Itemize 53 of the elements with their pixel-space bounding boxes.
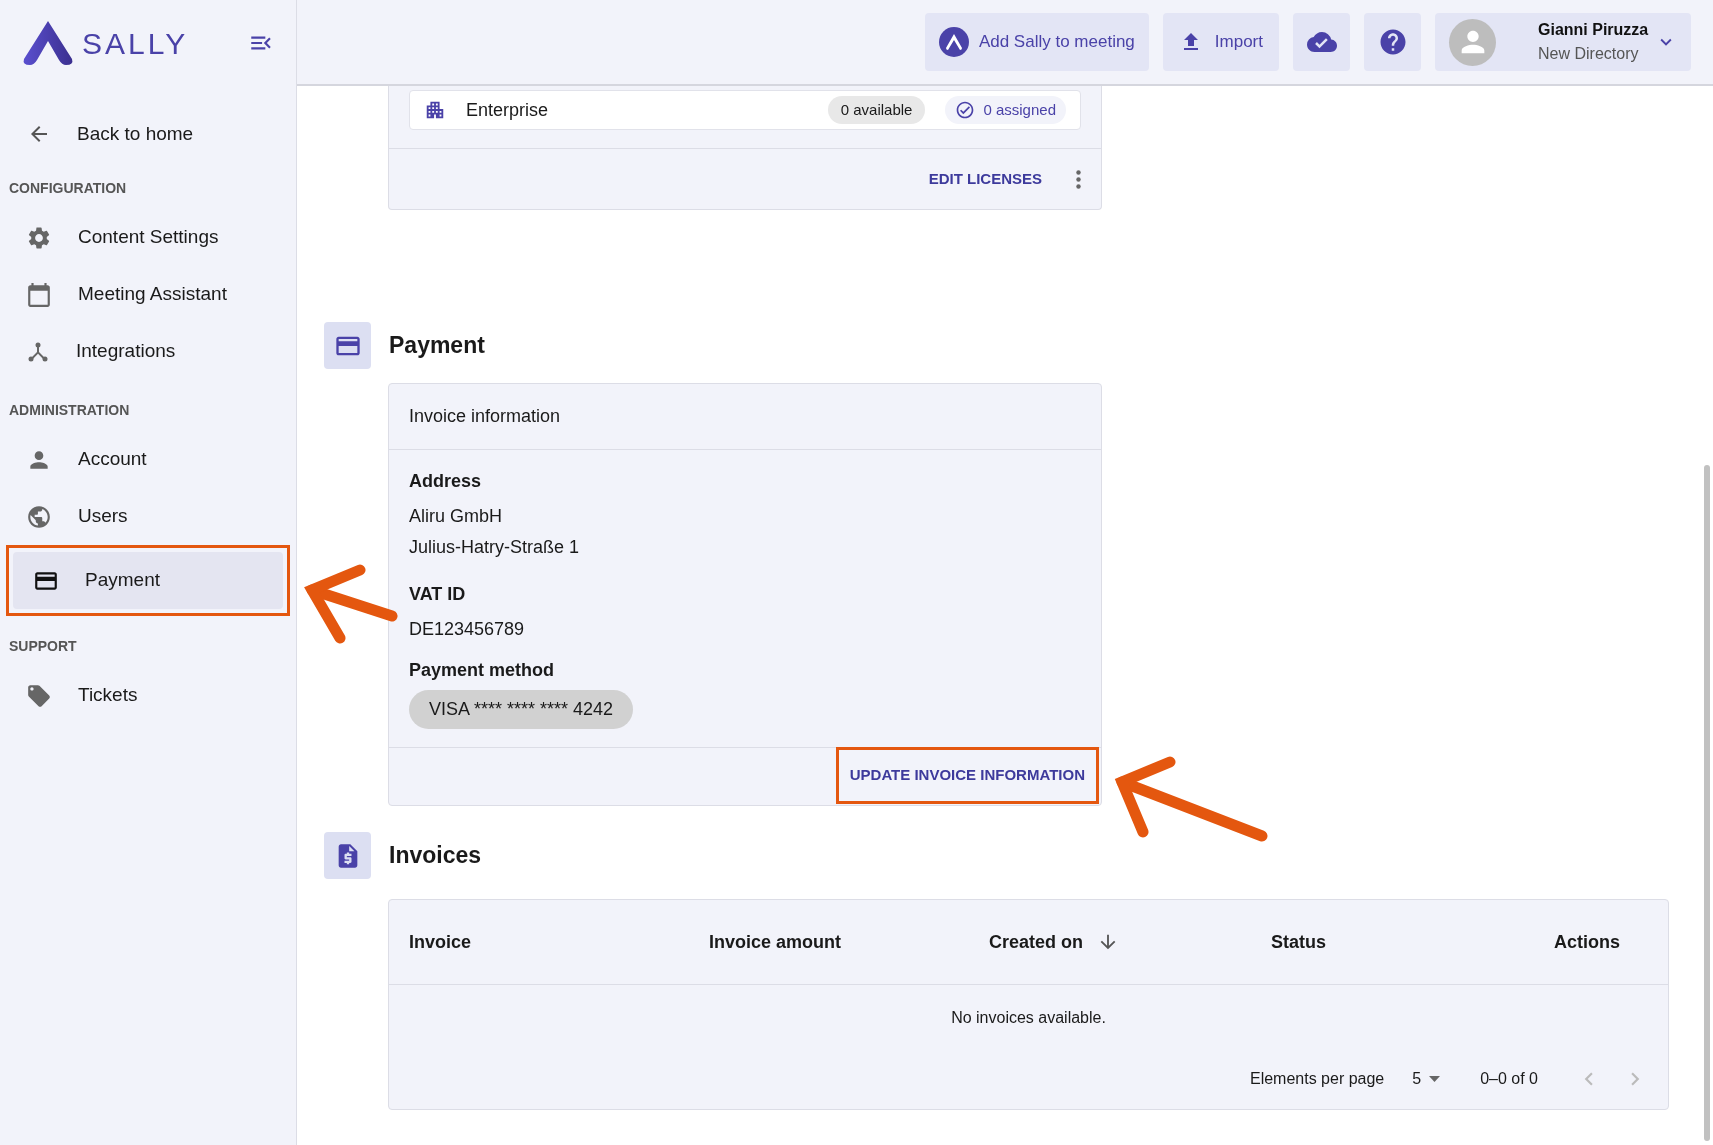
logo-icon bbox=[22, 19, 74, 67]
page-range: 0–0 of 0 bbox=[1480, 1069, 1538, 1089]
section-title: Payment bbox=[389, 331, 485, 361]
edit-licenses-button[interactable]: EDIT LICENSES bbox=[928, 167, 1042, 191]
nav-item[interactable]: Tickets bbox=[6, 667, 290, 724]
dropdown-arrow-icon bbox=[1429, 1076, 1441, 1082]
nav-item[interactable]: Integrations bbox=[6, 323, 290, 380]
logo-icon bbox=[938, 27, 969, 57]
assigned-chip: 0 assigned bbox=[945, 95, 1066, 125]
user-directory: New Directory bbox=[1538, 44, 1639, 64]
vat-value: DE123456789 bbox=[409, 618, 526, 641]
help-button[interactable] bbox=[1364, 13, 1421, 71]
plan-name: Enterprise bbox=[466, 98, 549, 122]
field-label: Address bbox=[409, 470, 483, 493]
nav-item[interactable]: Content Settings bbox=[6, 209, 290, 266]
user-menu-button[interactable]: Gianni Piruzza New Directory bbox=[1435, 13, 1691, 71]
import-button[interactable]: Import bbox=[1162, 13, 1279, 71]
per-page-select[interactable]: 5 bbox=[1412, 1067, 1441, 1091]
field-label: VAT ID bbox=[409, 583, 467, 606]
column-header[interactable]: Created on bbox=[989, 928, 1084, 956]
nav-item[interactable]: Users bbox=[6, 488, 290, 545]
address-line: Aliru GmbH bbox=[409, 505, 503, 528]
available-chip: 0 available bbox=[827, 95, 926, 125]
card-title: Invoice information bbox=[389, 384, 1101, 450]
section-heading: SUPPORT bbox=[8, 637, 78, 656]
more-vertical-icon bbox=[1076, 169, 1081, 189]
avatar bbox=[1449, 18, 1496, 66]
calendar-icon bbox=[26, 281, 52, 308]
logo-text: SALLY bbox=[82, 25, 189, 62]
nav-item[interactable]: Account bbox=[6, 431, 290, 488]
payment-method-chip: VISA **** **** **** 4242 bbox=[409, 690, 634, 729]
nav-item[interactable]: Meeting Assistant bbox=[6, 266, 290, 323]
section-heading: CONFIGURATION bbox=[8, 179, 128, 198]
more-options-button[interactable] bbox=[1076, 169, 1081, 189]
field-label: Payment method bbox=[409, 659, 556, 682]
section-heading: ADMINISTRATION bbox=[8, 401, 131, 420]
column-header[interactable]: Invoice bbox=[409, 928, 472, 956]
column-header[interactable]: Status bbox=[1271, 928, 1326, 956]
section-title: Invoices bbox=[389, 841, 482, 871]
nav-item[interactable]: Payment bbox=[13, 552, 283, 609]
add-sally-button[interactable]: Add Sally to meeting bbox=[924, 13, 1149, 71]
per-page-label: Elements per page bbox=[1249, 1069, 1385, 1089]
address-line: Julius-Hatry-Straße 1 bbox=[409, 536, 581, 559]
back-link[interactable]: Back to home bbox=[0, 110, 296, 158]
column-header[interactable]: Actions bbox=[1554, 928, 1620, 956]
update-invoice-button[interactable]: UPDATE INVOICE INFORMATION bbox=[838, 750, 1096, 801]
empty-message: No invoices available. bbox=[950, 1008, 1107, 1028]
globe-icon bbox=[26, 503, 52, 530]
user-name: Gianni Piruzza bbox=[1538, 20, 1649, 40]
column-header[interactable]: Invoice amount bbox=[709, 928, 842, 956]
tag-icon bbox=[26, 682, 52, 709]
building-icon bbox=[424, 99, 446, 121]
cloud-check-button[interactable] bbox=[1293, 13, 1350, 71]
